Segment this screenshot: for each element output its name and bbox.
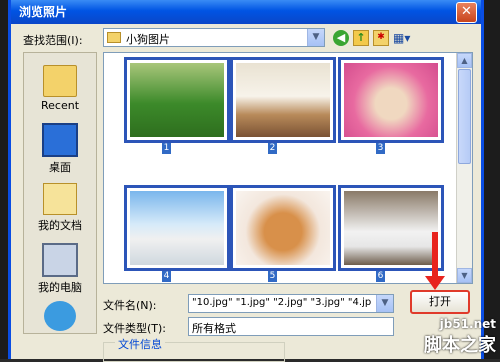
file-caption[interactable]: 1	[162, 143, 171, 154]
place-desktop[interactable]: 桌面	[24, 123, 96, 175]
window-title: 浏览照片	[19, 5, 68, 19]
file-caption[interactable]: 2	[268, 143, 277, 154]
look-in-dropdown[interactable]: 小狗图片 ▼	[103, 28, 325, 47]
back-arrow-icon[interactable]: ◀	[333, 30, 349, 46]
annotation-arrow-head	[425, 276, 445, 290]
photo-puppies-grass	[130, 63, 224, 137]
place-my-computer[interactable]: 我的电脑	[24, 243, 96, 295]
title-bar: 浏览照片 ✕	[11, 0, 481, 24]
folder-icon	[107, 32, 121, 43]
look-in-label: 查找范围(I):	[23, 34, 83, 47]
browse-photos-dialog: 浏览照片 ✕ 查找范围(I): 小狗图片 ▼ ◀ ↑ ✱ ▦▾ Recent 桌…	[8, 0, 484, 362]
place-label: 我的电脑	[38, 281, 82, 294]
file-thumbnail-5[interactable]	[230, 185, 336, 271]
file-thumbnail-3[interactable]	[338, 57, 444, 143]
file-caption[interactable]: 3	[376, 143, 385, 154]
close-button[interactable]: ✕	[456, 2, 477, 23]
up-folder-icon[interactable]: ↑	[353, 30, 369, 46]
watermark-brand: 脚本之家	[424, 335, 496, 356]
look-in-value: 小狗图片	[126, 33, 170, 46]
place-label: Recent	[40, 99, 80, 112]
recent-folder-icon	[43, 65, 77, 97]
view-menu-icon[interactable]: ▦▾	[393, 30, 417, 46]
background-right	[484, 0, 500, 359]
chevron-down-icon[interactable]: ▼	[307, 29, 324, 46]
filename-field[interactable]: "10.jpg" "1.jpg" "2.jpg" "3.jpg" "4.jp ▼	[188, 294, 394, 313]
place-label: 我的文档	[38, 219, 82, 232]
my-documents-icon	[43, 183, 77, 215]
annotation-arrow	[432, 232, 438, 280]
watermark: jb51.net 脚本之家	[424, 317, 496, 357]
place-my-documents[interactable]: 我的文档	[24, 183, 96, 233]
filename-value: "10.jpg" "1.jpg" "2.jpg" "3.jpg" "4.jp	[192, 297, 372, 308]
chevron-down-icon[interactable]: ▼	[376, 295, 393, 312]
place-network[interactable]	[24, 301, 96, 333]
file-thumbnail-1[interactable]	[124, 57, 230, 143]
filetype-label: 文件类型(T):	[103, 322, 167, 335]
filetype-dropdown[interactable]: 所有格式	[188, 317, 394, 336]
file-thumbnail-2[interactable]	[230, 57, 336, 143]
scroll-down-arrow-icon[interactable]: ▼	[457, 268, 472, 283]
file-caption[interactable]: 6	[376, 271, 385, 282]
photo-brown-puppies	[236, 191, 330, 265]
file-info-label: 文件信息	[115, 336, 165, 352]
photo-puppy-blue	[130, 191, 224, 265]
photo-pink-blanket	[344, 63, 438, 137]
filename-label: 文件名(N):	[103, 299, 157, 312]
vertical-scrollbar[interactable]: ▲ ▼	[456, 53, 472, 283]
photo-white-puppies	[236, 63, 330, 137]
scrollbar-thumb[interactable]	[458, 69, 471, 164]
open-button[interactable]: 打开	[410, 290, 470, 314]
file-thumbnail-4[interactable]	[124, 185, 230, 271]
photo-fluffy-puppies	[344, 191, 438, 265]
watermark-url: jb51.net	[439, 317, 496, 331]
place-label: 桌面	[49, 161, 71, 174]
file-caption[interactable]: 5	[268, 271, 277, 282]
place-recent[interactable]: Recent	[24, 65, 96, 112]
new-folder-icon[interactable]: ✱	[373, 30, 389, 46]
file-caption[interactable]: 4	[162, 271, 171, 282]
places-bar: Recent 桌面 我的文档 我的电脑	[23, 52, 97, 334]
filetype-value: 所有格式	[192, 322, 236, 335]
network-icon	[44, 301, 76, 331]
my-computer-icon	[42, 243, 78, 277]
scroll-up-arrow-icon[interactable]: ▲	[457, 53, 472, 68]
desktop-icon	[42, 123, 78, 157]
file-thumbnail-6[interactable]	[338, 185, 444, 271]
file-list[interactable]: 1 2 3 4 5 6 ▲ ▼	[103, 52, 473, 284]
